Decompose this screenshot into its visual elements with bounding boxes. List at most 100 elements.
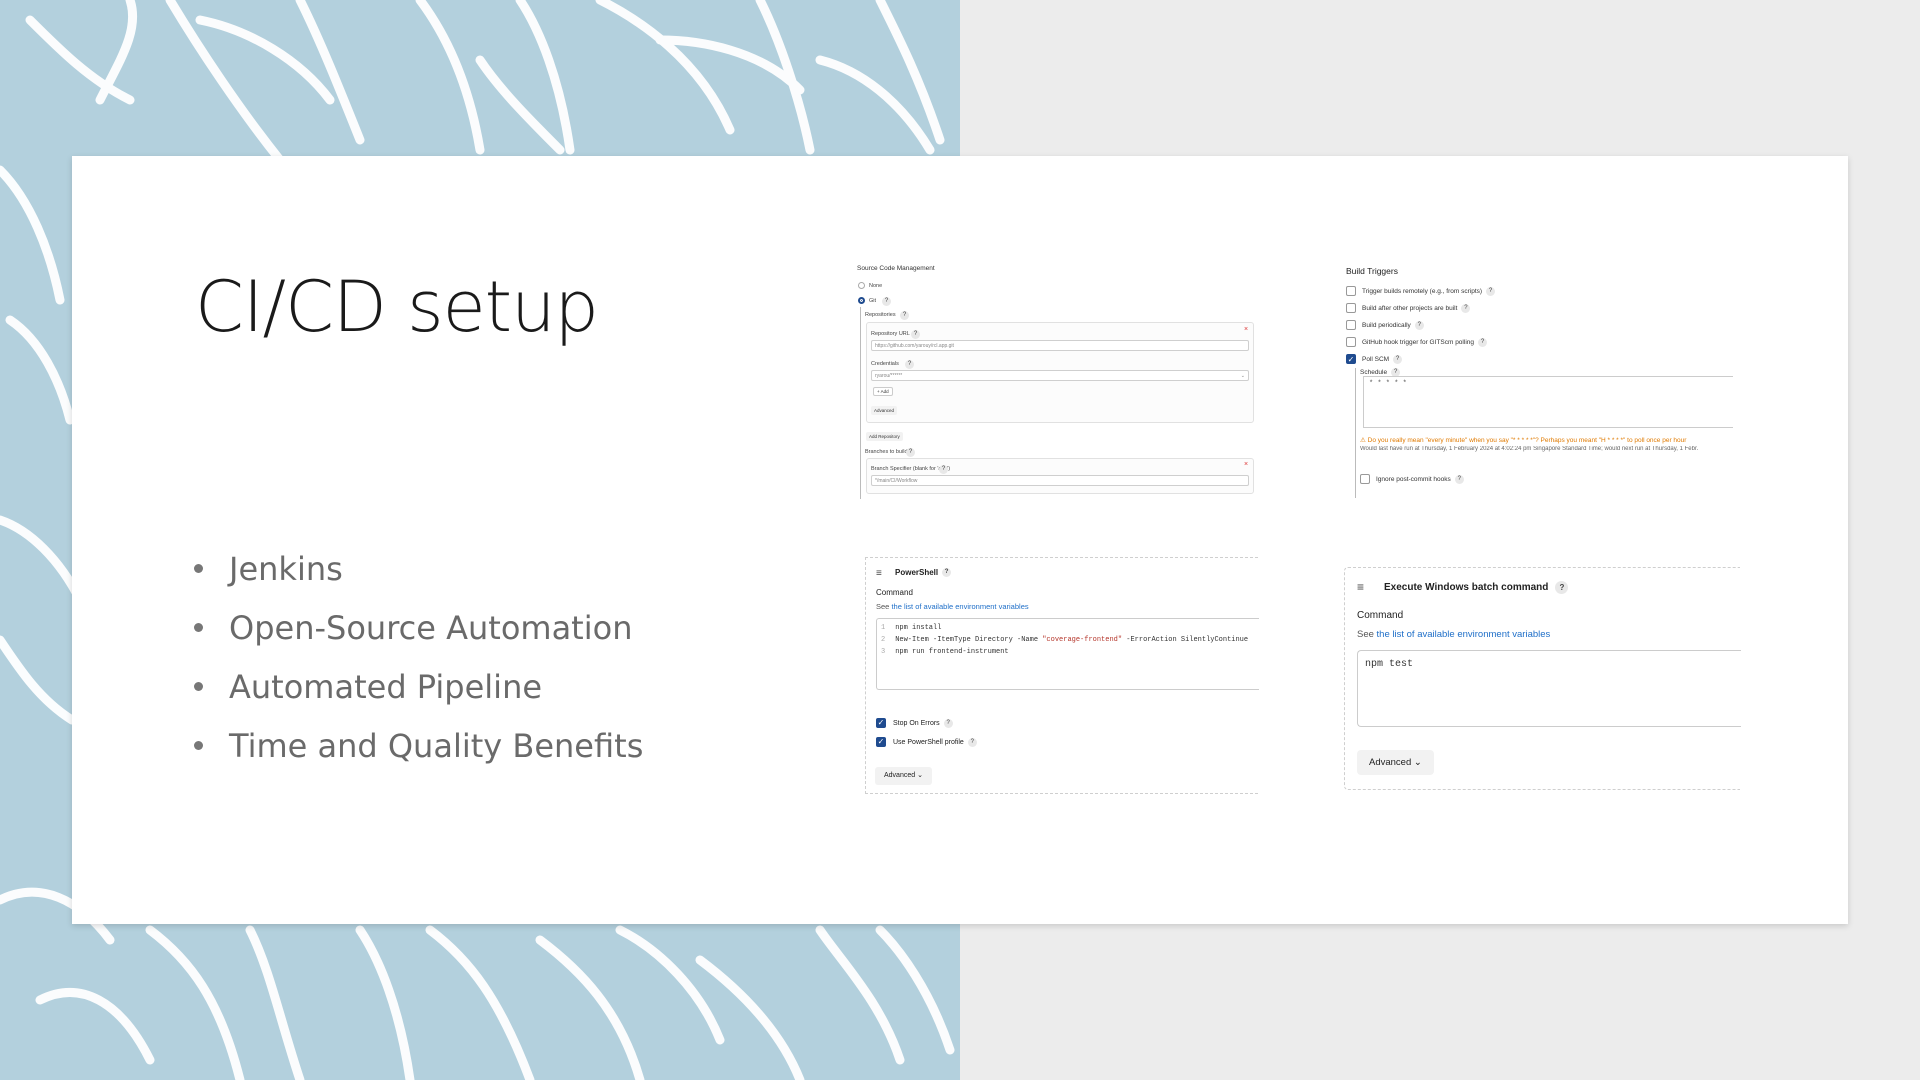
help-icon[interactable]: ? [942, 568, 952, 578]
warning-icon: ⚠ [1360, 437, 1366, 444]
trigger-option[interactable]: Build periodically? [1346, 320, 1424, 330]
help-icon[interactable]: ? [1454, 474, 1464, 484]
repositories-label: Repositories [865, 312, 896, 318]
trigger-option[interactable]: GitHub hook trigger for GITScm polling? [1346, 337, 1487, 347]
help-icon[interactable]: ? [943, 718, 953, 728]
drag-handle-icon[interactable]: ≡ [1357, 580, 1364, 594]
code-text: New-Item -ItemType Directory -Name [895, 636, 1043, 644]
build-triggers-title: Build Triggers [1346, 266, 1398, 276]
chevron-down-icon: ⌄ [917, 772, 923, 779]
help-icon[interactable]: ? [967, 737, 977, 747]
advanced-label: Advanced [884, 772, 916, 779]
help-icon[interactable]: ? [1486, 286, 1496, 296]
ignore-hooks-label: Ignore post-commit hooks [1376, 475, 1451, 483]
help-icon[interactable]: ? [905, 360, 914, 369]
help-icon[interactable]: ? [1478, 337, 1487, 347]
batch-command-textarea[interactable]: npm test [1357, 650, 1741, 727]
use-profile-option[interactable]: ✓ Use PowerShell profile? [876, 737, 977, 747]
bullet-item: Time and Quality Benefits [194, 716, 643, 775]
see-prefix: See [1357, 629, 1374, 640]
batch-title: Execute Windows batch command? [1384, 581, 1569, 594]
advanced-button[interactable]: Advanced ⌄ [875, 767, 932, 785]
help-icon[interactable]: ? [911, 330, 920, 339]
help-icon[interactable]: ? [1461, 303, 1471, 313]
help-icon[interactable]: ? [882, 297, 891, 306]
line-number: 3 [881, 648, 886, 656]
use-profile-label: Use PowerShell profile [893, 738, 964, 746]
powershell-screenshot: ≡ PowerShell? Command See the list of av… [865, 557, 1259, 794]
scm-title: Source Code Management [857, 265, 935, 272]
command-label: Command [1357, 610, 1404, 621]
code-text: npm run frontend-instrument [895, 648, 1009, 656]
add-repository-button[interactable]: Add Repository [866, 432, 903, 441]
scm-screenshot: Source Code Management None Git ? Reposi… [854, 262, 1254, 502]
bullet-dot-icon [194, 564, 203, 573]
trigger-option-label: GitHub hook trigger for GITScm polling [1362, 338, 1474, 346]
branch-box: Branch Specifier (blank for 'any') ? × *… [866, 458, 1254, 494]
checkbox[interactable] [1346, 303, 1356, 313]
trigger-option-label: Build periodically [1362, 321, 1411, 329]
bullet-dot-icon [194, 623, 203, 632]
code-text: npm install [895, 624, 942, 632]
schedule-textarea[interactable]: * * * * * [1363, 376, 1733, 428]
radio-none[interactable] [858, 282, 865, 289]
code-line: 3 npm run frontend-instrument [881, 648, 1255, 660]
powershell-title-text: PowerShell [895, 568, 939, 577]
drag-handle-icon[interactable]: ≡ [876, 568, 882, 579]
checkbox-checked[interactable]: ✓ [876, 718, 886, 728]
help-icon[interactable]: ? [1414, 320, 1424, 330]
help-icon[interactable]: ? [939, 465, 948, 474]
bullet-dot-icon [194, 741, 203, 750]
chevron-down-icon: ⌄ [1413, 757, 1422, 768]
stop-on-errors-option[interactable]: ✓ Stop On Errors? [876, 718, 953, 728]
credentials-select[interactable]: ryarou/****** ⌄ [871, 370, 1249, 381]
env-vars-link[interactable]: the list of available environment variab… [891, 602, 1028, 611]
env-vars-line: See the list of available environment va… [876, 602, 1029, 611]
advanced-label: Advanced [1369, 757, 1412, 768]
checkbox[interactable] [1346, 286, 1356, 296]
schedule-label: Schedule [1360, 369, 1388, 376]
schedule-warning-text: Do you really mean "every minute" when y… [1367, 437, 1687, 444]
slide-title: CI/CD setup [195, 266, 599, 348]
branches-label: Branches to build [865, 449, 908, 455]
line-number: 2 [881, 636, 886, 644]
bullet-list: Jenkins Open-Source Automation Automated… [194, 539, 643, 775]
credentials-label: Credentials [871, 361, 899, 367]
credentials-value: ryarou/****** [875, 373, 903, 379]
slide-card: CI/CD setup Jenkins Open-Source Automati… [72, 156, 1848, 924]
bullet-dot-icon [194, 682, 203, 691]
help-icon[interactable]: ? [900, 311, 909, 320]
stop-on-errors-label: Stop On Errors [893, 719, 940, 727]
trigger-option-label: Poll SCM [1362, 355, 1390, 363]
advanced-button[interactable]: Advanced ⌄ [1357, 750, 1434, 775]
repo-url-input[interactable]: https://github.com/yarouy/rcl.app.git [871, 340, 1249, 351]
checkbox-checked[interactable]: ✓ [1346, 354, 1356, 364]
branch-specifier-input[interactable]: */main/CI/Workflow [871, 475, 1249, 486]
chevron-down-icon: ⌄ [1240, 373, 1245, 379]
env-vars-link[interactable]: the list of available environment variab… [1377, 629, 1551, 640]
remove-repository-icon[interactable]: × [1244, 326, 1248, 333]
help-icon[interactable]: ? [1393, 354, 1403, 364]
ignore-hooks-option[interactable]: Ignore post-commit hooks? [1360, 474, 1464, 484]
checkbox[interactable] [1360, 474, 1370, 484]
help-icon[interactable]: ? [906, 448, 915, 457]
checkbox-checked[interactable]: ✓ [876, 737, 886, 747]
see-prefix: See [876, 602, 890, 611]
trigger-option[interactable]: Trigger builds remotely (e.g., from scri… [1346, 286, 1496, 296]
remove-branch-icon[interactable]: × [1244, 461, 1248, 468]
code-string: "coverage-frontend" [1042, 636, 1123, 644]
powershell-code-editor[interactable]: 1 npm install 2 New-Item -ItemType Direc… [876, 618, 1259, 690]
batch-title-text: Execute Windows batch command [1384, 582, 1549, 594]
bullet-text: Time and Quality Benefits [229, 726, 644, 765]
radio-git[interactable] [858, 297, 865, 304]
add-credentials-button[interactable]: + Add [873, 387, 893, 396]
trigger-option-poll-scm[interactable]: ✓ Poll SCM? [1346, 354, 1403, 364]
trigger-option[interactable]: Build after other projects are built? [1346, 303, 1471, 313]
schedule-warning: ⚠ Do you really mean "every minute" when… [1360, 436, 1686, 444]
checkbox[interactable] [1346, 337, 1356, 347]
trigger-option-label: Build after other projects are built [1362, 304, 1458, 312]
line-number: 1 [881, 624, 886, 632]
checkbox[interactable] [1346, 320, 1356, 330]
advanced-button[interactable]: Advanced [871, 406, 898, 415]
help-icon[interactable]: ? [1555, 581, 1569, 594]
